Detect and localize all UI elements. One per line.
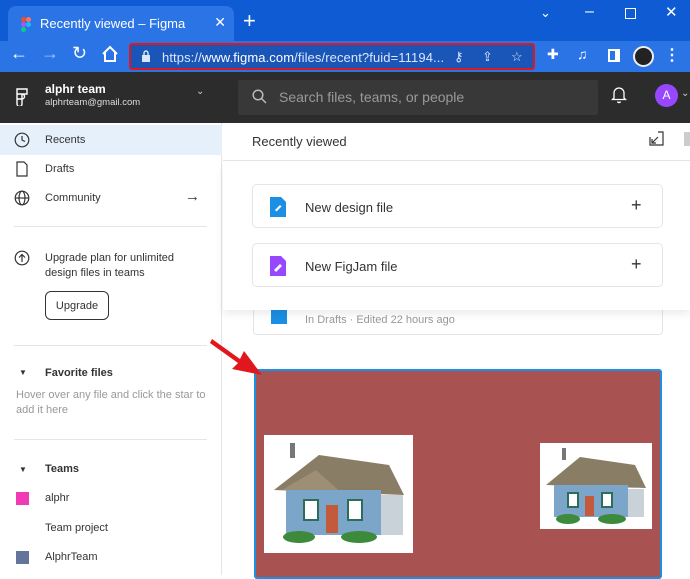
search-input[interactable] [277, 88, 577, 106]
favorites-title[interactable]: Favorite files [45, 367, 113, 379]
sidebar-divider [14, 439, 207, 440]
new-file-dropdown: New design file + New FigJam file + [223, 162, 690, 310]
star-icon[interactable]: ☆ [511, 49, 523, 65]
new-tab-icon[interactable]: + [243, 8, 256, 34]
upgrade-arrow-icon [14, 250, 30, 266]
file-icon [16, 161, 28, 177]
browser-toolbar: ← → ↻ https://www.figma.com/files/recent… [0, 41, 690, 72]
globe-icon [14, 190, 30, 206]
window-close-icon[interactable]: ✕ [665, 3, 678, 21]
team-item-alphrteam[interactable]: AlphrTeam [45, 551, 98, 563]
url-text: https://www.figma.com/files/recent?fuid=… [162, 50, 445, 65]
new-file-label: New design file [305, 200, 394, 215]
lock-icon [142, 50, 150, 62]
clock-icon [14, 132, 30, 148]
recent-file-meta: In Drafts · Edited 22 hours ago [305, 314, 455, 326]
sidebar-item-drafts[interactable]: Drafts [0, 154, 222, 184]
figma-favicon-icon [21, 17, 31, 32]
file-thumbnail[interactable] [254, 369, 662, 579]
search-icon [252, 89, 267, 104]
tab-search-chevron-icon[interactable]: ⌄ [540, 5, 551, 21]
plus-icon[interactable]: + [631, 254, 642, 275]
maximize-icon[interactable] [625, 8, 636, 19]
search-box[interactable] [238, 80, 598, 115]
sidebar-item-label: Drafts [45, 163, 75, 175]
user-chevron-down-icon[interactable]: ⌄ [681, 88, 689, 99]
figjam-file-icon [270, 256, 286, 276]
import-file-icon[interactable] [649, 131, 664, 146]
sidebar-item-label: Recents [45, 134, 86, 146]
team-name[interactable]: alphr team [45, 82, 106, 96]
page-title: Recently viewed [252, 134, 347, 149]
chrome-menu-icon[interactable]: ⋮ [664, 45, 680, 65]
back-arrow-icon[interactable]: ← [10, 43, 28, 64]
sidebar: Recents Drafts Community → Upgrade plan … [0, 123, 222, 575]
new-figjam-file-button[interactable]: New FigJam file + [252, 243, 663, 287]
tab-close-icon[interactable]: ✕ [214, 14, 226, 31]
teams-collapse-triangle-icon[interactable]: ▼ [19, 465, 27, 474]
minimize-icon[interactable]: – [585, 3, 594, 21]
figma-logo-icon[interactable] [16, 88, 28, 106]
team-item-alphr[interactable]: alphr [45, 492, 69, 504]
house-image [264, 435, 413, 553]
scrollbar[interactable] [684, 132, 690, 146]
media-control-icon[interactable]: ♫ [577, 46, 588, 62]
teams-title[interactable]: Teams [45, 463, 79, 475]
reload-icon[interactable]: ↻ [72, 43, 87, 64]
figma-header: alphr team alphrteam@gmail.com ⌄ A ⌄ [0, 72, 690, 123]
sidebar-divider [14, 345, 207, 346]
team-email: alphrteam@gmail.com [45, 97, 141, 108]
side-panel-icon[interactable] [608, 49, 620, 62]
design-file-icon [270, 197, 286, 217]
sidebar-item-label: Community [45, 192, 101, 204]
browser-tab[interactable]: Recently viewed – Figma ✕ [8, 6, 234, 41]
share-icon[interactable]: ⇪ [482, 49, 493, 65]
team-chevron-down-icon[interactable]: ⌄ [196, 86, 204, 97]
forward-arrow-icon[interactable]: → [41, 43, 59, 64]
plus-icon[interactable]: + [631, 195, 642, 216]
extensions-puzzle-icon[interactable]: ✚ [547, 46, 559, 63]
address-bar[interactable]: https://www.figma.com/files/recent?fuid=… [129, 43, 535, 70]
tab-title: Recently viewed – Figma [40, 16, 186, 31]
notification-bell-icon[interactable] [611, 86, 627, 104]
key-icon[interactable]: ⚷ [454, 49, 464, 65]
favorites-hint: Hover over any file and click the star t… [16, 389, 206, 416]
upgrade-text: Upgrade plan for unlimited design files … [45, 252, 175, 279]
new-file-label: New FigJam file [305, 259, 398, 274]
arrow-right-icon: → [185, 188, 200, 205]
browser-titlebar: Recently viewed – Figma ✕ + ⌄ – ✕ [0, 0, 690, 41]
red-arrow-icon [210, 339, 262, 375]
upgrade-button[interactable]: Upgrade [45, 291, 109, 320]
team-color-swatch [16, 492, 29, 505]
home-icon[interactable] [101, 41, 119, 67]
sidebar-item-community[interactable]: Community → [0, 183, 222, 213]
chrome-profile-avatar[interactable] [633, 46, 654, 67]
team-item-team-project[interactable]: Team project [45, 522, 108, 534]
house-image [540, 443, 652, 529]
sidebar-item-recents[interactable]: Recents [0, 125, 222, 155]
main-header: Recently viewed [223, 123, 690, 161]
favorites-collapse-triangle-icon[interactable]: ▼ [19, 368, 27, 377]
user-avatar[interactable]: A [655, 84, 678, 107]
sidebar-divider [14, 226, 207, 227]
team-color-swatch [16, 551, 29, 564]
new-design-file-button[interactable]: New design file + [252, 184, 663, 228]
